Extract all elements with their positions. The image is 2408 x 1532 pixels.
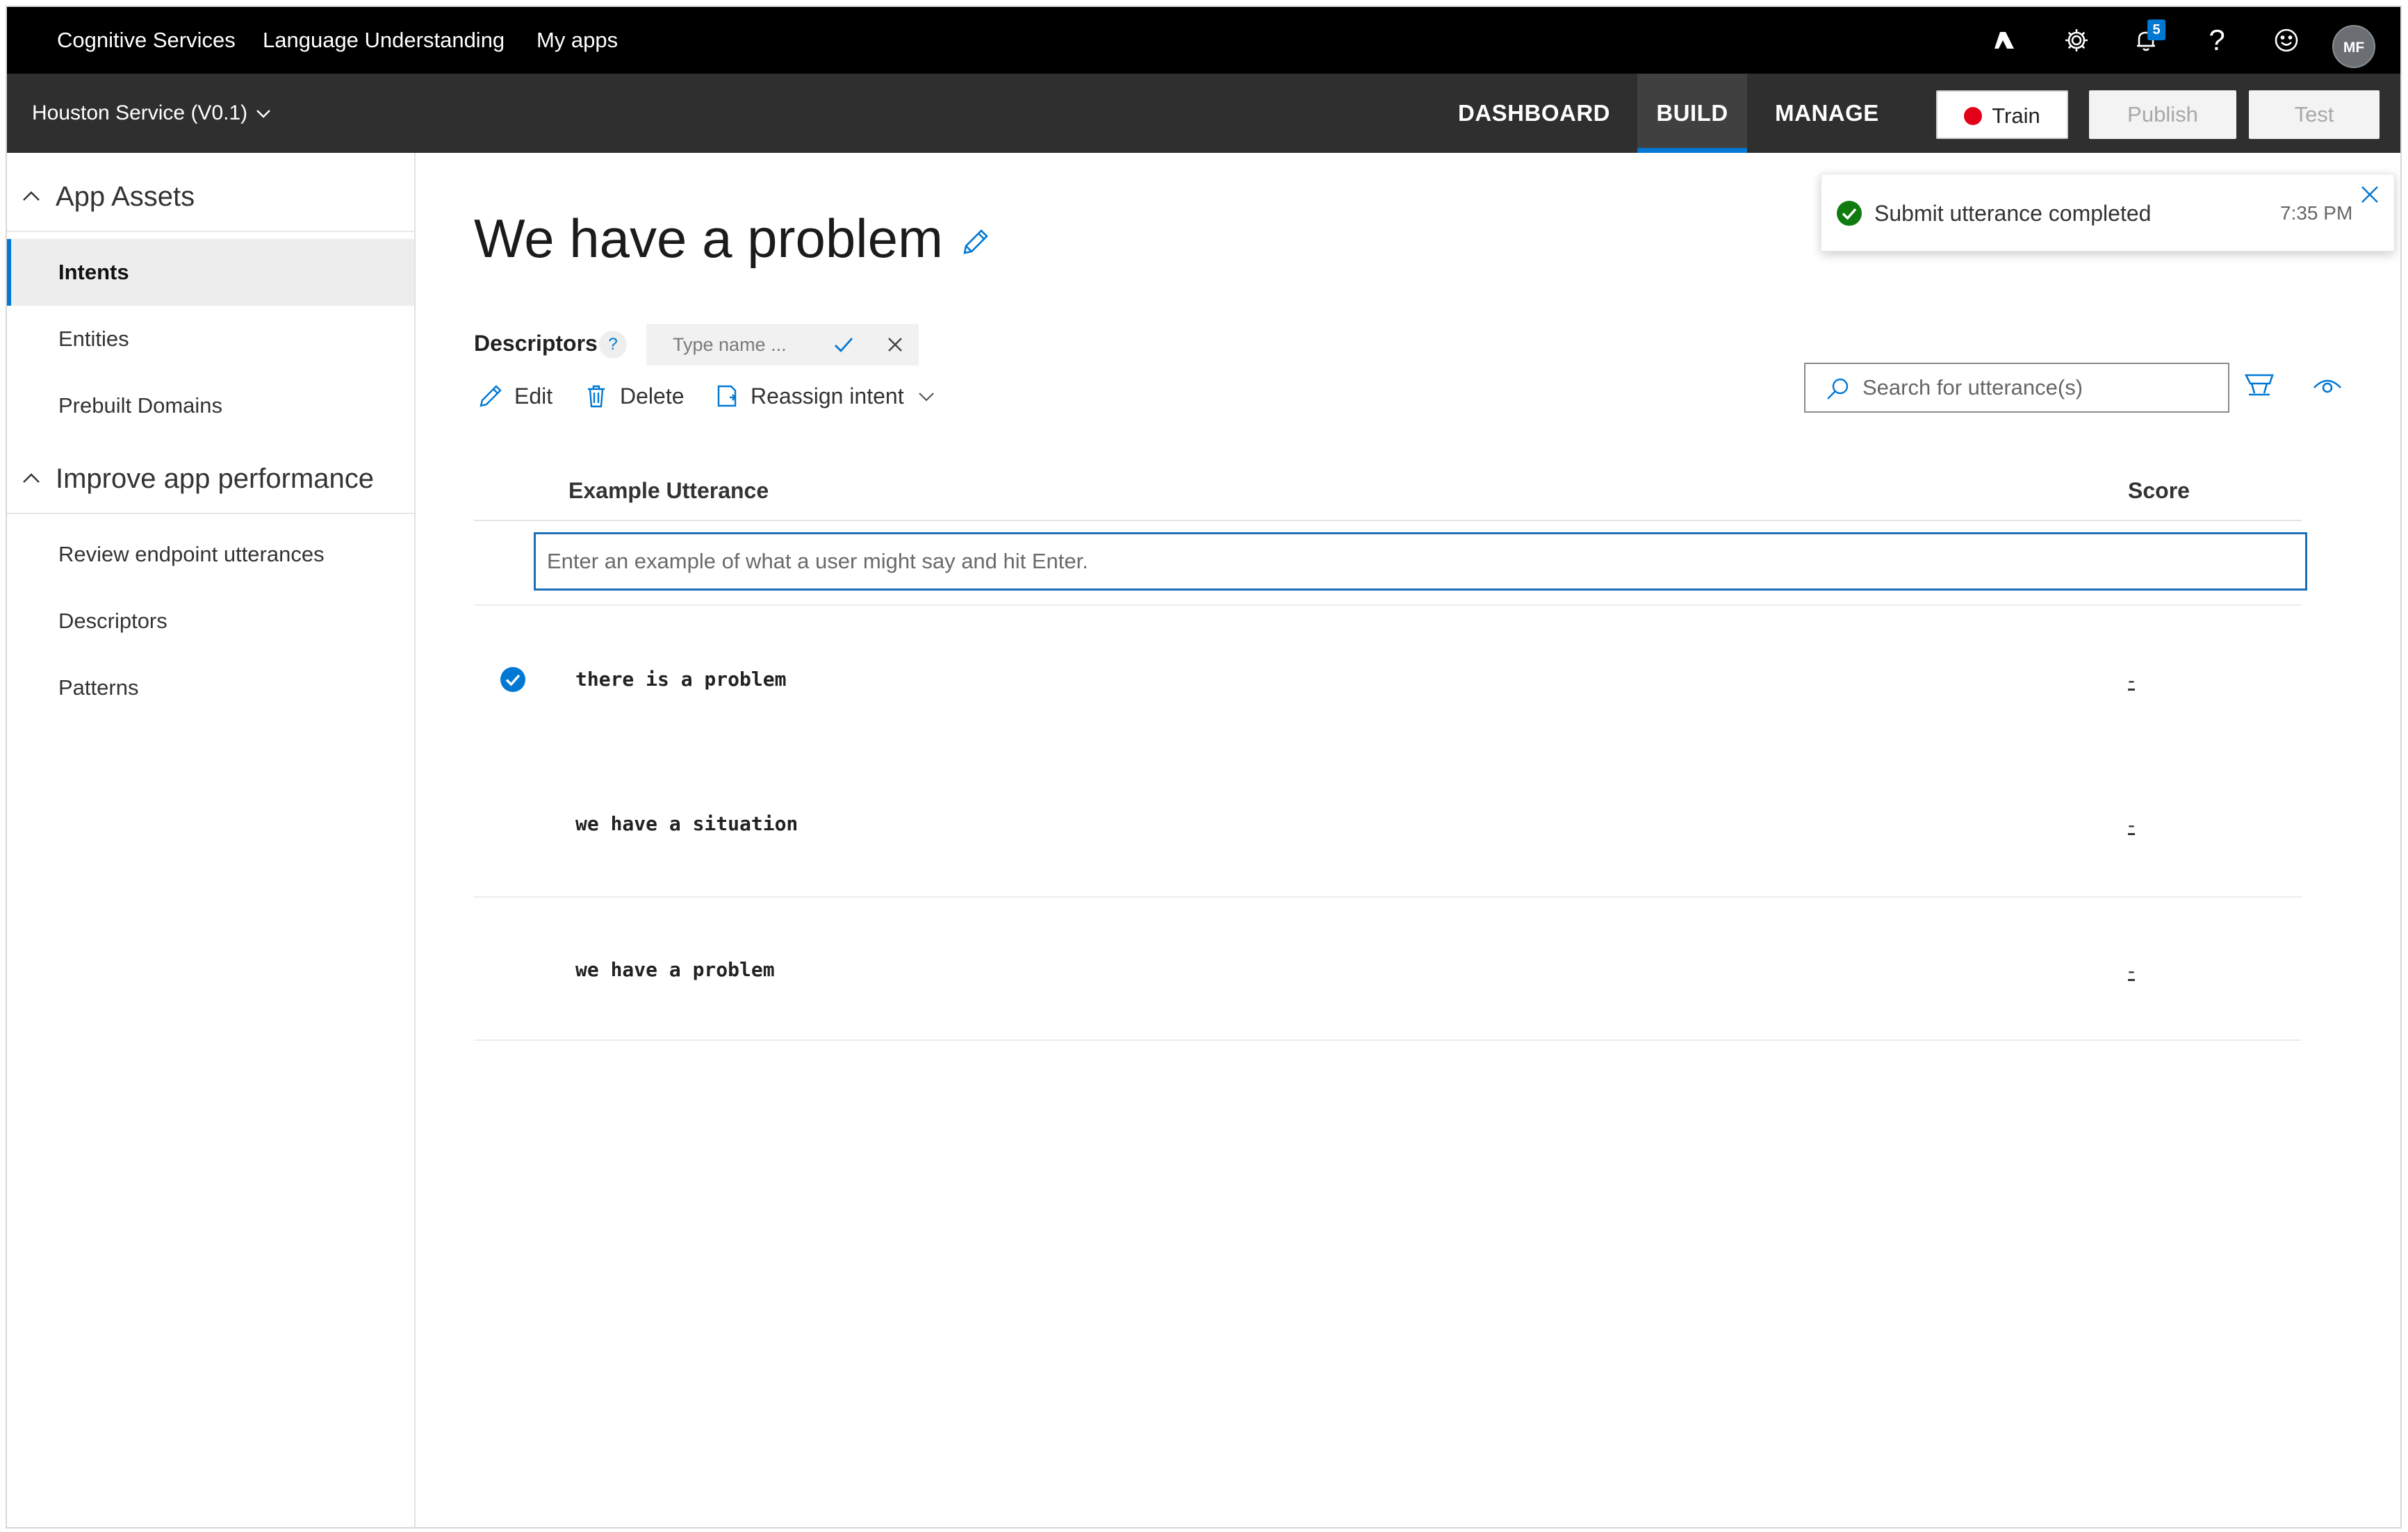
row-checkbox[interactable] — [499, 666, 527, 693]
sidebar-item-entities[interactable]: Entities — [7, 306, 414, 372]
sidebar-item-review-endpoint-utterances[interactable]: Review endpoint utterances — [7, 521, 414, 588]
sidebar-item-patterns[interactable]: Patterns — [7, 654, 414, 721]
row-divider — [474, 604, 2302, 606]
utterance-entry — [534, 532, 2307, 591]
app-selector[interactable]: Houston Service (V0.1) — [32, 74, 272, 153]
edit-button[interactable]: Edit — [477, 377, 552, 415]
smiley-icon[interactable] — [2270, 24, 2303, 57]
section-improve-app-performance[interactable]: Improve app performance — [7, 445, 414, 514]
row-divider — [474, 1039, 2302, 1041]
toast-time: 7:35 PM — [2280, 202, 2353, 224]
chevron-up-icon — [23, 191, 40, 201]
azure-icon[interactable] — [1988, 24, 2021, 57]
new-utterance-input[interactable] — [536, 534, 2305, 588]
close-icon[interactable] — [2357, 181, 2383, 208]
table-row[interactable]: we have a situation - — [474, 752, 2302, 896]
utterance-text[interactable]: there is a problem — [575, 666, 786, 693]
chevron-down-icon — [256, 110, 270, 118]
sidebar-item-prebuilt-domains[interactable]: Prebuilt Domains — [7, 372, 414, 439]
section-title: App Assets — [56, 181, 195, 212]
sidebar-item-descriptors[interactable]: Descriptors — [7, 588, 414, 654]
delete-button[interactable]: Delete — [582, 377, 685, 415]
column-header-utterance[interactable]: Example Utterance — [568, 478, 769, 504]
gear-icon[interactable] — [2060, 24, 2093, 57]
breadcrumb-cognitive-services[interactable]: Cognitive Services — [57, 7, 236, 74]
train-label: Train — [1992, 104, 2040, 128]
chevron-up-icon — [23, 473, 40, 483]
edit-label: Edit — [514, 383, 553, 409]
filter-icon[interactable] — [2242, 368, 2277, 403]
utterance-score: - — [2128, 669, 2135, 692]
search-input[interactable] — [1862, 364, 2224, 411]
delete-label: Delete — [620, 383, 685, 409]
search-icon — [1827, 378, 1849, 400]
tab-build[interactable]: BUILD — [1637, 74, 1747, 153]
view-options-icon[interactable] — [2310, 368, 2345, 403]
sidebar-item-intents[interactable]: Intents — [7, 239, 414, 306]
toast-message: Submit utterance completed — [1874, 201, 2152, 226]
reassign-label: Reassign intent — [751, 383, 904, 409]
section-app-assets[interactable]: App Assets — [7, 163, 414, 232]
app-name: Houston Service (V0.1) — [32, 101, 248, 124]
column-header-score[interactable]: Score — [2128, 478, 2190, 504]
top-bar: Cognitive Services Language Understandin… — [7, 7, 2400, 74]
close-icon[interactable] — [884, 333, 906, 356]
table-row[interactable]: we have a problem - — [474, 898, 2302, 1042]
avatar[interactable]: MF — [2332, 25, 2375, 68]
breadcrumb-language-understanding[interactable]: Language Understanding — [263, 7, 505, 74]
utterance-score: - — [2128, 959, 2135, 982]
chevron-down-icon — [918, 393, 934, 402]
descriptor-name-input[interactable] — [646, 324, 834, 365]
train-button[interactable]: Train — [1936, 90, 2068, 139]
descriptors-label: Descriptors — [474, 331, 598, 356]
test-button[interactable]: Test — [2249, 90, 2380, 139]
checkmark-icon[interactable] — [831, 332, 856, 357]
sidebar: App Assets Intents Entities Prebuilt Dom… — [7, 153, 416, 1527]
app-window: Cognitive Services Language Understandin… — [6, 6, 2402, 1529]
utterance-text[interactable]: we have a situation — [575, 810, 798, 838]
edit-title-icon[interactable] — [959, 226, 991, 258]
toast-notification: Submit utterance completed 7:35 PM — [1821, 174, 2395, 252]
descriptor-field — [646, 324, 919, 365]
publish-button[interactable]: Publish — [2089, 90, 2236, 139]
reassign-icon — [717, 385, 737, 407]
trash-icon — [588, 385, 605, 408]
help-glyph: ? — [2209, 24, 2225, 56]
train-status-dot — [1964, 106, 1983, 125]
section-title: Improve app performance — [56, 463, 375, 494]
utterance-search — [1804, 363, 2229, 413]
pencil-icon — [480, 385, 502, 407]
notification-badge: 5 — [2147, 19, 2165, 40]
app-bar: Houston Service (V0.1) DASHBOARD BUILD M… — [7, 74, 2400, 153]
reassign-intent-dropdown[interactable]: Reassign intent — [713, 377, 936, 415]
success-icon — [1835, 199, 1863, 227]
header-divider — [474, 520, 2302, 521]
breadcrumb-my-apps[interactable]: My apps — [537, 7, 618, 74]
page-title: We have a problem — [474, 208, 943, 269]
check-circle-icon — [500, 667, 525, 692]
main-content: We have a problem Descriptors ? Edit Del… — [417, 153, 2400, 1527]
help-icon[interactable]: ? — [2200, 24, 2234, 57]
tab-manage[interactable]: MANAGE — [1765, 74, 1889, 153]
bell-icon[interactable]: 5 — [2129, 19, 2165, 57]
table-row[interactable]: there is a problem - — [474, 607, 2302, 752]
utterance-score: - — [2128, 814, 2135, 837]
utterance-text[interactable]: we have a problem — [575, 956, 775, 984]
tab-dashboard[interactable]: DASHBOARD — [1458, 74, 1610, 153]
descriptors-help-icon[interactable]: ? — [599, 331, 627, 359]
